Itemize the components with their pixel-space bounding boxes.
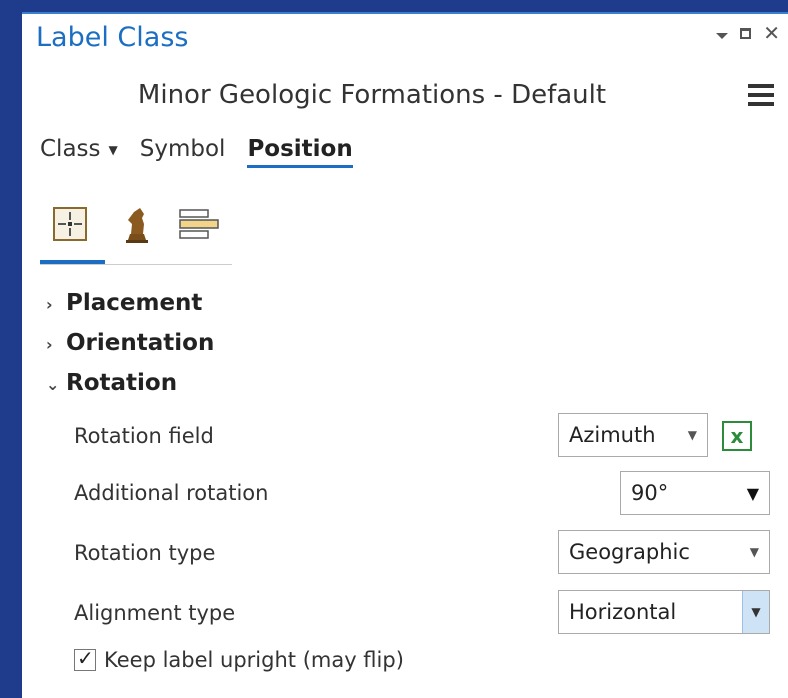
label-class-pane: Label Class ✕ Minor Geologic Formations … [22, 14, 788, 698]
keep-upright-row[interactable]: ✓ Keep label upright (may flip) [74, 646, 404, 672]
keep-upright-checkbox[interactable]: ✓ [74, 646, 96, 671]
subtab-placement[interactable] [52, 206, 92, 246]
chevron-down-icon: ⌄ [46, 375, 60, 394]
tab-position[interactable]: Position [247, 136, 354, 168]
alignment-type-combo[interactable]: Horizontal ▼ [558, 590, 770, 634]
alignment-type-label: Alignment type [74, 601, 236, 625]
chevron-right-icon: › [46, 295, 53, 314]
chevron-down-icon: ▼ [749, 545, 759, 559]
app-frame-top [0, 0, 788, 12]
expression-icon: x [730, 424, 744, 448]
rotation-type-label: Rotation type [74, 541, 216, 565]
label-stack-icon [179, 209, 219, 239]
chevron-down-icon: ▼ [687, 428, 697, 442]
additional-rotation-value: 90° [631, 481, 669, 505]
subtab-active-indicator [40, 260, 105, 264]
app-frame-left [0, 0, 22, 698]
chevron-right-icon: › [46, 335, 53, 354]
rotation-field-value: Azimuth [569, 423, 656, 447]
tab-symbol-label: Symbol [139, 136, 226, 162]
section-rotation-label: Rotation [66, 370, 178, 396]
rotation-type-combo[interactable]: Geographic ▼ [558, 530, 770, 574]
section-placement-label: Placement [66, 290, 203, 316]
pane-title: Label Class [36, 22, 189, 53]
keep-upright-label: Keep label upright (may flip) [104, 648, 404, 672]
section-rotation[interactable]: ⌄ Rotation [46, 370, 177, 396]
subtab-label-stack[interactable] [178, 206, 219, 246]
tab-symbol[interactable]: Symbol [140, 136, 226, 168]
maximize-icon[interactable] [740, 27, 752, 39]
pin-dropdown-icon[interactable] [716, 33, 729, 39]
rotation-field-combo[interactable]: Azimuth ▼ [558, 413, 708, 457]
alignment-type-value: Horizontal [569, 600, 677, 624]
menu-icon[interactable] [748, 84, 774, 111]
rotation-field-label: Rotation field [74, 424, 214, 448]
subtab-conflict-resolution[interactable] [118, 204, 158, 244]
chevron-down-icon: ▼ [108, 142, 118, 157]
section-placement[interactable]: › Placement [46, 290, 202, 316]
checkmark-icon: ✓ [77, 646, 94, 670]
additional-rotation-label: Additional rotation [74, 481, 269, 505]
conflict-resolution-icon [126, 208, 148, 243]
chevron-down-icon: ▼ [742, 591, 769, 633]
placement-icon [53, 207, 87, 241]
section-orientation-label: Orientation [66, 330, 215, 356]
additional-rotation-combo[interactable]: 90° ▼ [620, 471, 770, 515]
tab-strip: Class ▼ Symbol Position [40, 136, 375, 168]
tab-class-label: Class [40, 136, 101, 162]
tab-position-label: Position [247, 136, 353, 162]
window-controls: ✕ [716, 23, 780, 43]
section-orientation[interactable]: › Orientation [46, 330, 214, 356]
expression-button[interactable]: x [722, 421, 752, 451]
label-class-name: Minor Geologic Formations - Default [137, 80, 607, 110]
chevron-down-icon: ▼ [746, 483, 759, 503]
close-icon[interactable]: ✕ [763, 23, 780, 43]
position-subtabs [40, 200, 232, 265]
tab-class[interactable]: Class ▼ [40, 136, 118, 168]
rotation-type-value: Geographic [569, 540, 690, 564]
